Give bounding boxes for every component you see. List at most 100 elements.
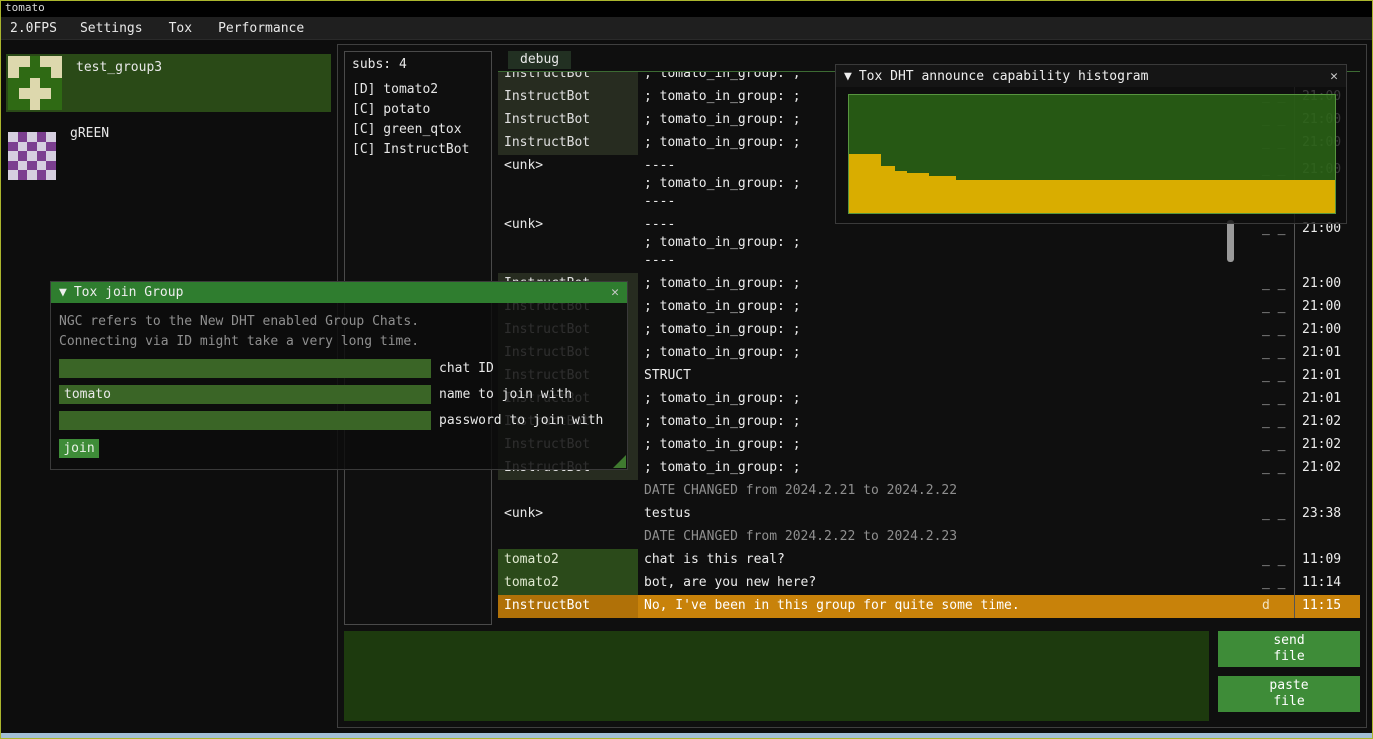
chat-message-row: tomato2chat is this real?_ _11:09: [498, 549, 1360, 572]
dht-histogram-window: ▼ Tox DHT announce capability histogram …: [835, 64, 1347, 224]
histogram-bar: [929, 176, 956, 213]
message-time: 21:02: [1294, 434, 1360, 457]
tab-debug[interactable]: debug: [508, 51, 571, 69]
name-to-join-with-input[interactable]: [59, 385, 431, 404]
avatar-pixel: [8, 142, 18, 152]
histogram-bar: [895, 171, 907, 213]
message-time: 21:01: [1294, 342, 1360, 365]
message-time: 21:02: [1294, 457, 1360, 480]
paste-file-button[interactable]: paste file: [1218, 676, 1360, 712]
chat-message-row: InstructBotNo, I've been in this group f…: [498, 595, 1360, 618]
send-file-button[interactable]: send file: [1218, 631, 1360, 667]
avatar-pixel: [51, 88, 62, 99]
avatar-pixel: [30, 56, 41, 67]
menu-tox[interactable]: Tox: [156, 21, 205, 36]
member-item[interactable]: [C] green_qtox: [352, 120, 484, 140]
avatar-pixel: [51, 56, 62, 67]
message-time: 11:14: [1294, 572, 1360, 595]
close-icon[interactable]: ✕: [1330, 69, 1338, 84]
avatar-pixel: [40, 78, 51, 89]
member-item[interactable]: [C] InstructBot: [352, 140, 484, 160]
avatar-pixel: [27, 161, 37, 171]
menu-bar: 2.0FPS Settings Tox Performance: [0, 17, 1373, 40]
avatar-pixel: [40, 99, 51, 110]
message-time: [1294, 526, 1360, 549]
avatar-pixel: [8, 78, 19, 89]
avatar-pixel: [37, 132, 47, 142]
message-flags: _ _: [1260, 572, 1294, 595]
join-group-titlebar[interactable]: ▼ Tox join Group ✕: [51, 282, 627, 303]
date-changed-text: DATE CHANGED from 2024.2.21 to 2024.2.22: [638, 480, 1260, 503]
message-input[interactable]: [344, 631, 1209, 721]
password-to-join-with-input[interactable]: [59, 411, 431, 430]
message-time: 21:00: [1294, 273, 1360, 296]
message-text: ; tomato_in_group: ;: [638, 388, 1260, 411]
resize-grip[interactable]: [613, 455, 626, 468]
collapse-icon[interactable]: ▼: [59, 285, 67, 300]
avatar-pixel: [8, 88, 19, 99]
message-time: 21:01: [1294, 365, 1360, 388]
message-flags: _ _: [1260, 434, 1294, 457]
join-button[interactable]: join: [59, 439, 99, 458]
avatar-pixel: [37, 151, 47, 161]
sidebar-item-green[interactable]: gREEN: [6, 120, 331, 182]
message-flags: _ _: [1260, 342, 1294, 365]
field-label: password to join with: [439, 413, 603, 428]
avatar-pixel: [8, 56, 19, 67]
histogram-bar: [907, 173, 929, 213]
avatar-pixel: [18, 142, 28, 152]
message-flags: [1260, 526, 1294, 549]
member-item[interactable]: [C] potato: [352, 100, 484, 120]
member-item[interactable]: [D] tomato2: [352, 80, 484, 100]
message-time: 11:15: [1294, 595, 1360, 618]
close-icon[interactable]: ✕: [611, 285, 619, 300]
avatar-pixel: [8, 170, 18, 180]
date-changed-row: DATE CHANGED from 2024.2.21 to 2024.2.22: [498, 480, 1360, 503]
avatar-pixel: [19, 56, 30, 67]
compose-area: send file paste file: [344, 631, 1360, 721]
message-author: InstructBot: [498, 132, 638, 155]
avatar-pixel: [18, 170, 28, 180]
date-changed-row: DATE CHANGED from 2024.2.22 to 2024.2.23: [498, 526, 1360, 549]
message-time: 23:38: [1294, 503, 1360, 526]
fps-counter: 2.0FPS: [0, 21, 67, 36]
message-time: 21:00: [1294, 319, 1360, 342]
message-author: InstructBot: [498, 86, 638, 109]
menu-settings[interactable]: Settings: [67, 21, 156, 36]
message-text: ; tomato_in_group: ;: [638, 296, 1260, 319]
avatar-pixel: [46, 170, 56, 180]
sidebar-item-test-group3[interactable]: test_group3: [6, 54, 331, 112]
message-flags: _ _: [1260, 388, 1294, 411]
dht-histogram-titlebar[interactable]: ▼ Tox DHT announce capability histogram …: [836, 65, 1346, 87]
chat-message-row: tomato2bot, are you new here?_ _11:14: [498, 572, 1360, 595]
collapse-icon[interactable]: ▼: [844, 69, 852, 84]
message-author: InstructBot: [498, 72, 638, 86]
avatar-pixel: [40, 67, 51, 78]
avatar-pixel: [8, 67, 19, 78]
subs-count: subs: 4: [352, 57, 484, 72]
avatar-pixel: [27, 170, 37, 180]
histogram-bar: [881, 166, 896, 213]
avatar-pixel: [46, 142, 56, 152]
avatar-pixel: [27, 132, 37, 142]
message-text: ; tomato_in_group: ;: [638, 457, 1260, 480]
chat-ID-input[interactable]: [59, 359, 431, 378]
window-title: tomato: [5, 1, 45, 14]
message-flags: _ _: [1260, 457, 1294, 480]
message-text: STRUCT: [638, 365, 1260, 388]
message-text: No, I've been in this group for quite so…: [638, 595, 1260, 618]
avatar-pixel: [46, 151, 56, 161]
join-description-line: Connecting via ID might take a very long…: [59, 332, 619, 352]
message-author: tomato2: [498, 572, 638, 595]
window-bottom-edge: [1, 733, 1372, 738]
message-flags: _ _: [1260, 319, 1294, 342]
avatar-pixel: [27, 151, 37, 161]
avatar-pixel: [37, 142, 47, 152]
message-scrollbar[interactable]: [1227, 220, 1234, 262]
join-description-line: NGC refers to the New DHT enabled Group …: [59, 312, 619, 332]
avatar-pixel: [30, 88, 41, 99]
message-text: testus: [638, 503, 1260, 526]
date-changed-text: DATE CHANGED from 2024.2.22 to 2024.2.23: [638, 526, 1260, 549]
message-flags: _ _: [1260, 273, 1294, 296]
menu-performance[interactable]: Performance: [205, 21, 317, 36]
